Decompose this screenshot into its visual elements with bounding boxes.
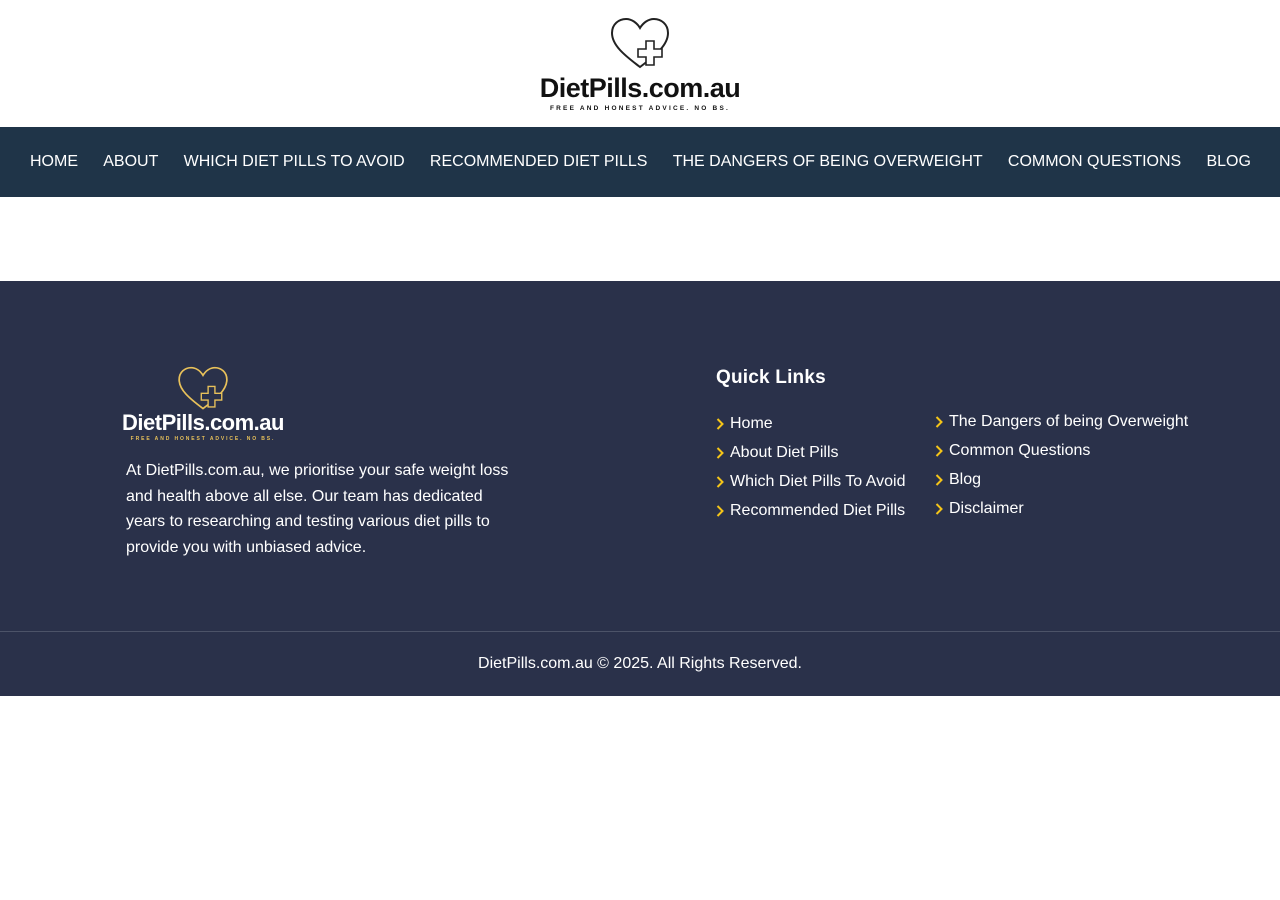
nav-item-blog[interactable]: BLOG bbox=[1206, 153, 1250, 171]
footer-link-label: Disclaimer bbox=[949, 499, 1024, 517]
footer-description: At DietPills.com.au, we prioritise your … bbox=[126, 462, 509, 556]
chevron-right-icon bbox=[935, 503, 943, 515]
footer-link-about-diet-pills[interactable]: About Diet Pills bbox=[716, 438, 905, 467]
chevron-right-icon bbox=[716, 417, 724, 430]
nav-item-home[interactable]: HOME bbox=[30, 153, 78, 171]
footer-logo-tagline: FREE AND HONEST ADVICE. NO BS. bbox=[130, 436, 276, 442]
copyright-text: DietPills.com.au © 2025. All Rights Rese… bbox=[478, 655, 802, 672]
footer-link-label: Recommended Diet Pills bbox=[730, 501, 906, 519]
footer-link-label: Which Diet Pills To Avoid bbox=[730, 472, 906, 490]
nav-item-common-questions[interactable]: COMMON QUESTIONS bbox=[1008, 153, 1181, 171]
heart-cross-icon bbox=[178, 366, 228, 410]
copyright-bar: DietPills.com.au © 2025. All Rights Rese… bbox=[0, 631, 1280, 696]
content-area bbox=[0, 197, 1280, 281]
footer-logo-name: DietPills.com.au bbox=[122, 410, 284, 435]
nav-item-recommended-diet-pills[interactable]: RECOMMENDED DIET PILLS bbox=[430, 153, 648, 171]
footer-link-label: Blog bbox=[949, 470, 982, 488]
footer-link-common-questions[interactable]: Common Questions bbox=[935, 437, 1188, 466]
footer-link-label: The Dangers of being Overweight bbox=[949, 413, 1189, 431]
site-header: DietPills.com.au FREE AND HONEST ADVICE.… bbox=[0, 0, 1280, 127]
chevron-right-icon bbox=[935, 416, 943, 429]
heart-cross-icon bbox=[610, 17, 670, 68]
main-nav: HOME ABOUT WHICH DIET PILLS TO AVOID REC… bbox=[0, 127, 1280, 197]
footer-link-blog[interactable]: Blog bbox=[935, 466, 1188, 495]
footer-logo[interactable]: DietPills.com.au FREE AND HONEST ADVICE.… bbox=[122, 366, 284, 444]
site-logo[interactable]: DietPills.com.au FREE AND HONEST ADVICE.… bbox=[540, 17, 741, 113]
chevron-right-icon bbox=[716, 504, 724, 517]
footer-brand: DietPills.com.au FREE AND HONEST ADVICE.… bbox=[122, 366, 526, 560]
chevron-right-icon bbox=[716, 475, 724, 488]
quick-links-column-2: The Dangers of being Overweight Common Q… bbox=[935, 408, 1188, 523]
footer-link-dangers-of-being-overweight[interactable]: The Dangers of being Overweight bbox=[935, 408, 1188, 437]
quick-links-column-1: Home About Diet Pills Which Diet Pills T… bbox=[716, 409, 905, 525]
nav-item-about[interactable]: ABOUT bbox=[103, 153, 158, 171]
nav-item-dangers-of-being-overweight[interactable]: THE DANGERS OF BEING OVERWEIGHT bbox=[673, 153, 983, 171]
nav-item-which-diet-pills-to-avoid[interactable]: WHICH DIET PILLS TO AVOID bbox=[184, 153, 405, 171]
site-footer: DietPills.com.au FREE AND HONEST ADVICE.… bbox=[0, 281, 1280, 631]
footer-link-label: Common Questions bbox=[949, 442, 1091, 460]
footer-link-label: About Diet Pills bbox=[730, 443, 839, 461]
chevron-right-icon bbox=[935, 474, 943, 486]
footer-link-which-diet-pills-to-avoid[interactable]: Which Diet Pills To Avoid bbox=[716, 467, 905, 496]
logo-name: DietPills.com.au bbox=[539, 72, 741, 103]
footer-link-home[interactable]: Home bbox=[716, 409, 905, 438]
logo-tagline: FREE AND HONEST ADVICE. NO BS. bbox=[549, 104, 730, 112]
chevron-right-icon bbox=[716, 446, 724, 459]
chevron-right-icon bbox=[935, 445, 943, 457]
quick-links-title: Quick Links bbox=[716, 367, 826, 388]
footer-link-disclaimer[interactable]: Disclaimer bbox=[935, 494, 1188, 523]
footer-link-label: Home bbox=[730, 414, 773, 432]
footer-link-recommended-diet-pills[interactable]: Recommended Diet Pills bbox=[716, 496, 905, 525]
